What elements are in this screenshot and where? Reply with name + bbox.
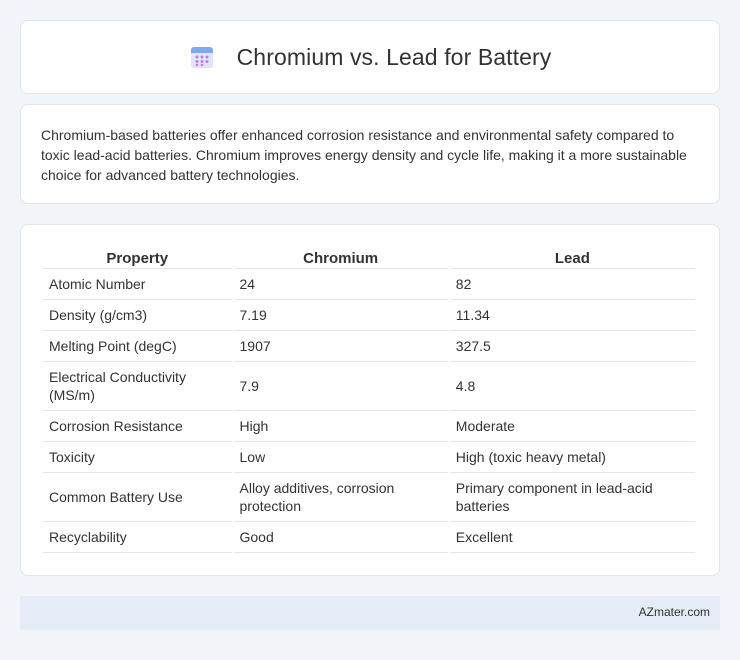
table-row: Recyclability Good Excellent bbox=[43, 522, 695, 553]
table-row: Density (g/cm3) 7.19 11.34 bbox=[43, 300, 695, 331]
column-header: Lead bbox=[449, 245, 695, 269]
table-row: Electrical Conductivity (MS/m) 7.9 4.8 bbox=[43, 362, 695, 411]
table-cell: Low bbox=[233, 442, 448, 473]
footer-bar: AZmater.com bbox=[20, 596, 720, 630]
table-cell: 11.34 bbox=[449, 300, 695, 331]
table-cell: Recyclability bbox=[43, 522, 232, 553]
comparison-table-card: Property Chromium Lead Atomic Number 24 … bbox=[20, 224, 720, 576]
table-cell: Primary component in lead-acid batteries bbox=[449, 473, 695, 522]
intro-text: Chromium-based batteries offer enhanced … bbox=[41, 127, 687, 183]
footer-brand: AZmater.com bbox=[638, 605, 710, 619]
table-row: Atomic Number 24 82 bbox=[43, 269, 695, 300]
table-cell: Alloy additives, corrosion protection bbox=[233, 473, 448, 522]
table-cell: Density (g/cm3) bbox=[43, 300, 232, 331]
page-title: Chromium vs. Lead for Battery bbox=[236, 43, 552, 70]
column-header: Property bbox=[43, 245, 232, 269]
table-cell: High bbox=[233, 411, 448, 442]
table-cell: Toxicity bbox=[43, 442, 232, 473]
table-cell: Good bbox=[233, 522, 448, 553]
table-cell: High (toxic heavy metal) bbox=[449, 442, 695, 473]
table-cell: 82 bbox=[449, 269, 695, 300]
table-cell: 24 bbox=[233, 269, 448, 300]
table-cell: Moderate bbox=[449, 411, 695, 442]
table-row: Corrosion Resistance High Moderate bbox=[43, 411, 695, 442]
table-cell: Melting Point (degC) bbox=[43, 331, 232, 362]
table-cell: Excellent bbox=[449, 522, 695, 553]
table-header-row: Property Chromium Lead bbox=[43, 245, 695, 269]
table-row: Melting Point (degC) 1907 327.5 bbox=[43, 331, 695, 362]
table-cell: Electrical Conductivity (MS/m) bbox=[43, 362, 232, 411]
title-card: Chromium vs. Lead for Battery bbox=[20, 20, 720, 94]
table-cell: 1907 bbox=[233, 331, 448, 362]
table-cell: Atomic Number bbox=[43, 269, 232, 300]
comparison-table: Property Chromium Lead Atomic Number 24 … bbox=[41, 245, 697, 553]
table-cell: Corrosion Resistance bbox=[43, 411, 232, 442]
column-header: Chromium bbox=[233, 245, 448, 269]
table-cell: Common Battery Use bbox=[43, 473, 232, 522]
table-cell: 327.5 bbox=[449, 331, 695, 362]
table-cell: 7.19 bbox=[233, 300, 448, 331]
table-row: Common Battery Use Alloy additives, corr… bbox=[43, 473, 695, 522]
table-cell: 7.9 bbox=[233, 362, 448, 411]
table-cell: 4.8 bbox=[449, 362, 695, 411]
calendar-grid-icon bbox=[189, 44, 215, 70]
intro-card: Chromium-based batteries offer enhanced … bbox=[20, 104, 720, 204]
table-row: Toxicity Low High (toxic heavy metal) bbox=[43, 442, 695, 473]
